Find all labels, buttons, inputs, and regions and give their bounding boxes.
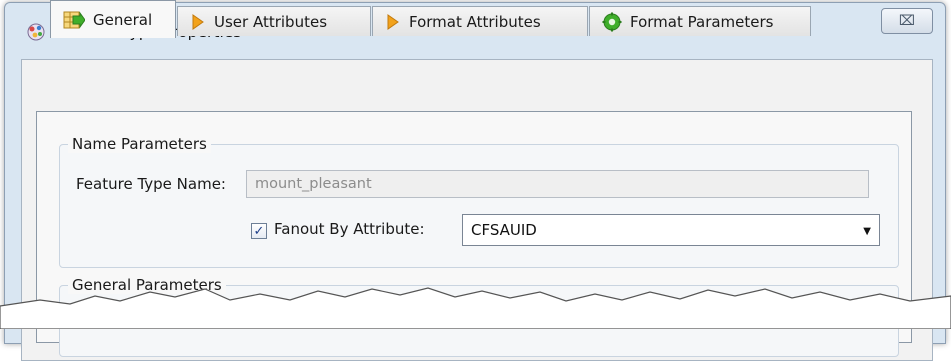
fanout-attribute-select[interactable]: CFSAUID ▼ [462, 214, 880, 246]
tab-general[interactable]: General [50, 0, 176, 38]
tab-user-attributes-label: User Attributes [214, 12, 328, 31]
tab-format-parameters-label: Format Parameters [630, 12, 774, 31]
feature-type-name-label: Feature Type Name: [76, 175, 226, 193]
feature-type-name-value: mount_pleasant [255, 176, 372, 192]
name-parameters-group: Name Parameters Feature Type Name: mount… [59, 135, 899, 268]
close-button[interactable]: ⌧ [881, 8, 933, 34]
close-icon: ⌧ [898, 13, 916, 29]
tab-general-label: General [93, 10, 153, 29]
orange-arrow-icon [387, 13, 399, 30]
app-icon [27, 23, 45, 41]
feature-type-name-field[interactable]: mount_pleasant [246, 170, 869, 198]
check-icon: ✓ [253, 223, 265, 239]
general-parameters-group: General Parameters [59, 276, 899, 357]
name-parameters-legend: Name Parameters [68, 135, 211, 153]
tab-format-parameters[interactable]: Format Parameters [589, 6, 811, 36]
fanout-checkbox[interactable]: ✓ [251, 223, 267, 239]
general-parameters-legend: General Parameters [68, 276, 226, 294]
fanout-attribute-value: CFSAUID [471, 221, 537, 239]
chevron-down-icon: ▼ [863, 226, 871, 237]
arrow-into-table-icon [63, 10, 85, 29]
tab-format-attributes[interactable]: Format Attributes [372, 6, 588, 36]
tab-user-attributes[interactable]: User Attributes [177, 6, 371, 36]
fanout-by-attribute-label: Fanout By Attribute: [274, 220, 425, 238]
tab-format-attributes-label: Format Attributes [409, 12, 541, 31]
orange-arrow-icon [192, 13, 204, 30]
green-gear-icon [602, 12, 622, 31]
general-tab-panel: Name Parameters Feature Type Name: mount… [36, 111, 912, 357]
